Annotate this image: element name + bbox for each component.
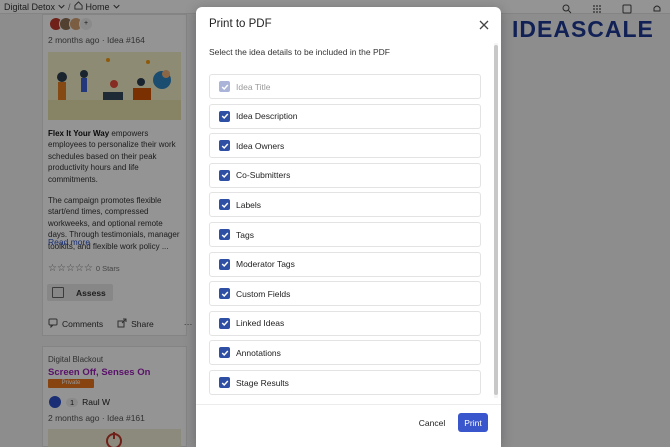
print-to-pdf-dialog: Print to PDF Select the idea details to … (196, 7, 501, 447)
check-icon (221, 202, 228, 208)
close-icon[interactable] (479, 17, 489, 35)
pdf-option-row[interactable]: Labels (209, 192, 481, 218)
scrollbar-thumb[interactable] (494, 45, 498, 395)
check-icon (221, 350, 228, 356)
checkbox[interactable] (219, 229, 230, 240)
pdf-option-label: Idea Title (236, 81, 271, 92)
checkbox[interactable] (219, 169, 230, 181)
checkbox[interactable] (219, 288, 230, 300)
pdf-option-label: Stage Results (236, 377, 289, 388)
check-icon (221, 380, 228, 386)
pdf-option-row[interactable]: Idea Description (209, 103, 481, 129)
pdf-option-row[interactable]: Moderator Tags (209, 251, 481, 277)
print-button[interactable]: Print (458, 413, 488, 432)
pdf-option-label: Idea Owners (236, 140, 285, 151)
pdf-option-row[interactable]: Stage Results (209, 370, 481, 395)
check-icon (221, 320, 228, 327)
pdf-option-row: Idea Title (209, 74, 481, 99)
check-icon (221, 84, 228, 90)
pdf-option-row[interactable]: Co-Submitters (209, 162, 481, 188)
checkbox[interactable] (219, 110, 230, 122)
pdf-option-label: Moderator Tags (236, 259, 295, 270)
dialog-footer: Cancel Print (196, 404, 501, 447)
checkbox[interactable] (219, 140, 230, 152)
checkbox[interactable] (219, 317, 230, 329)
pdf-option-row[interactable]: Linked Ideas (209, 310, 481, 336)
pdf-option-label: Tags (236, 229, 254, 240)
check-icon (221, 143, 228, 149)
check-icon (221, 261, 228, 268)
check-icon (221, 232, 228, 238)
pdf-option-row[interactable]: Idea Owners (209, 133, 481, 159)
pdf-option-label: Idea Description (236, 111, 298, 122)
dialog-title: Print to PDF (209, 18, 272, 30)
pdf-option-row[interactable]: Custom Fields (209, 281, 481, 307)
checkbox (219, 81, 230, 92)
pdf-option-label: Co-Submitters (236, 170, 291, 181)
cancel-button[interactable]: Cancel (412, 413, 452, 432)
pdf-option-row[interactable]: Tags (209, 222, 481, 247)
close-button[interactable] (475, 17, 493, 35)
pdf-option-label: Annotations (236, 347, 281, 358)
pdf-option-label: Custom Fields (236, 288, 291, 299)
pdf-option-label: Linked Ideas (236, 318, 285, 329)
checkbox[interactable] (219, 377, 230, 388)
check-icon (221, 291, 228, 297)
checkbox[interactable] (219, 347, 230, 359)
pdf-option-row[interactable]: Annotations (209, 340, 481, 366)
check-icon (221, 172, 228, 179)
dialog-subtitle: Select the idea details to be included i… (209, 47, 390, 57)
pdf-option-label: Labels (236, 199, 262, 210)
check-icon (221, 113, 228, 120)
checkbox[interactable] (219, 199, 230, 211)
checkbox[interactable] (219, 258, 230, 270)
